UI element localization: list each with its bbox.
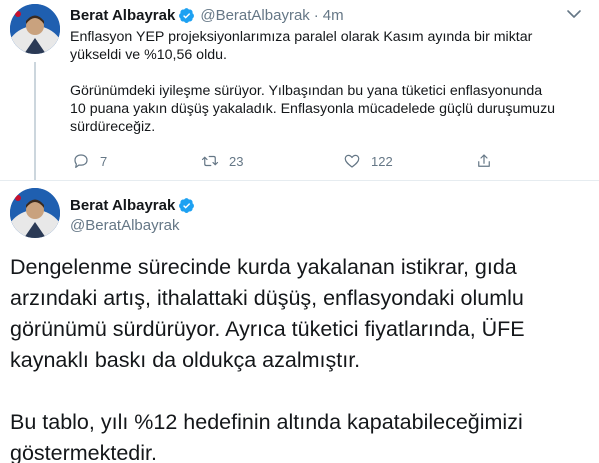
reply-button[interactable]: 7 [72, 151, 107, 171]
tweet-paragraph: Bu tablo, yılı %12 hedefinin altında kap… [10, 410, 523, 463]
like-button[interactable]: 122 [343, 151, 393, 171]
tweet-text: Enflasyon YEP projeksiyonlarımıza parale… [70, 28, 580, 136]
tweet-paragraph: Görünümdeki iyileşme sürüyor. Yılbaşında… [70, 83, 556, 135]
reply-icon [74, 154, 88, 168]
retweet-count: 23 [229, 153, 244, 169]
tweet-2-header: Berat Albayrak @BeratAlbayrak [70, 195, 195, 234]
separator-dot: · [313, 6, 319, 24]
retweet-icon [201, 155, 219, 167]
tweet-header: Berat Albayrak @BeratAlbayrak · 4m [70, 5, 344, 25]
like-count: 122 [371, 153, 393, 169]
author-handle[interactable]: @BeratAlbayrak [200, 7, 309, 24]
tweet-paragraph: Enflasyon YEP projeksiyonlarımıza parale… [70, 29, 533, 63]
caret-down-icon[interactable] [566, 8, 582, 20]
avatar[interactable] [10, 188, 60, 238]
author-handle[interactable]: @BeratAlbayrak [70, 217, 195, 234]
avatar[interactable] [10, 4, 60, 54]
avatar-image-icon [10, 4, 60, 54]
verified-badge-icon [178, 197, 195, 214]
author-name[interactable]: Berat Albayrak [70, 7, 175, 24]
timestamp[interactable]: 4m [323, 7, 344, 24]
retweet-button[interactable]: 23 [201, 151, 243, 171]
thread-connector-line [34, 62, 36, 180]
like-icon [344, 154, 360, 168]
tweet-2-text: Dengelenme sürecinde kurda yakalanan ist… [10, 252, 595, 463]
author-name[interactable]: Berat Albayrak [70, 197, 175, 214]
tweet-paragraph: Dengelenme sürecinde kurda yakalanan ist… [10, 255, 525, 372]
avatar-image-icon [10, 188, 60, 238]
share-button[interactable] [475, 151, 493, 171]
tweet-actions: 7 23 122 [70, 151, 500, 171]
verified-badge-icon [178, 7, 195, 24]
share-icon [478, 154, 490, 167]
reply-count: 7 [100, 153, 108, 169]
tweet-divider [0, 180, 599, 181]
tweet-1[interactable]: Berat Albayrak @BeratAlbayrak · 4m Enfla… [0, 0, 599, 180]
